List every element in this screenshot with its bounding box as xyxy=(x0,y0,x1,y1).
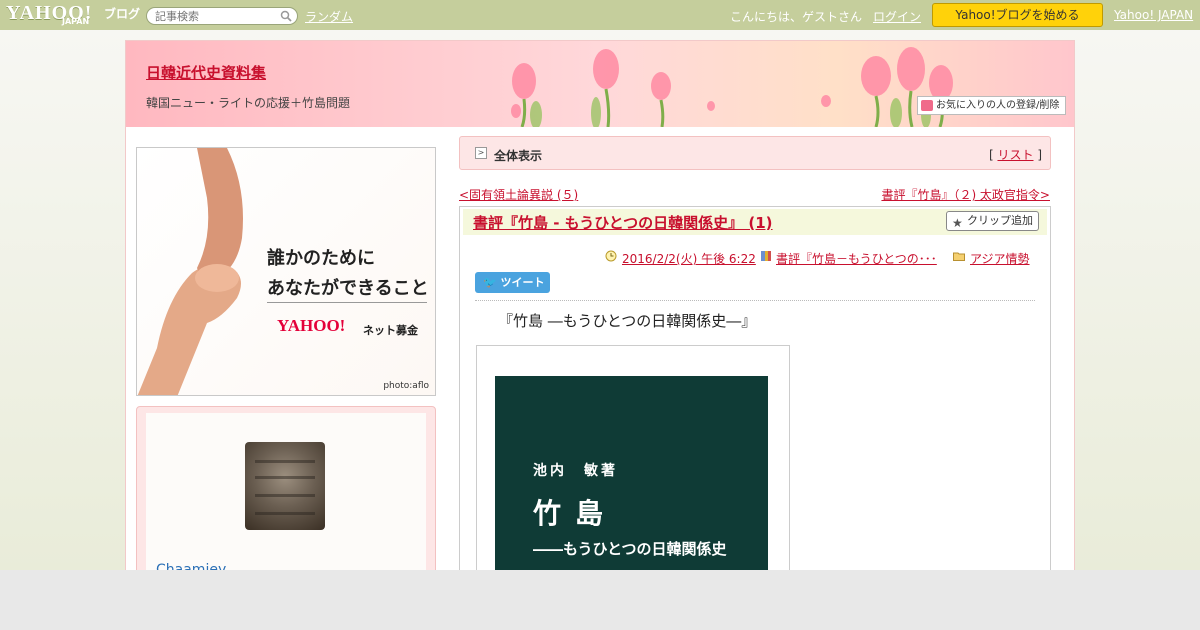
twitter-bird-icon: 🐦 xyxy=(483,276,497,289)
article-date-link[interactable]: 2016/2/2(火) 午後 6:22 xyxy=(622,250,756,267)
cover-subtitle: ――もうひとつの日韓関係史 xyxy=(533,540,727,558)
blog-header: 日韓近代史資料集 韓国ニュー・ライトの応援＋竹島問題 お気に入りの人の登録/削除 xyxy=(126,41,1074,127)
folder-icon xyxy=(953,252,965,261)
next-article-link[interactable]: 書評『竹島』（２) 太政官指令> xyxy=(881,186,1050,203)
heart-icon xyxy=(921,100,933,111)
blog-subtitle: 韓国ニュー・ライトの応援＋竹島問題 xyxy=(146,96,351,110)
ad-photo-credit: photo:aflo xyxy=(383,381,429,391)
start-blog-button[interactable]: Yahoo!ブログを始める xyxy=(932,3,1103,27)
yahoo-blog-logo[interactable]: YAHOO! JAPAN ブログ xyxy=(6,2,142,28)
yahoo-japan-link[interactable]: Yahoo! JAPAN xyxy=(1114,8,1193,22)
charity-ad-banner[interactable]: 誰かのために あなたができること YAHOO! ネット募金 photo:aflo xyxy=(136,147,436,396)
category-link[interactable]: アジア情勢 xyxy=(970,250,1030,267)
article-title-link[interactable]: 書評『竹島 - もうひとつの日韓関係史』 (1) xyxy=(473,212,773,233)
holding-hands-image xyxy=(137,148,243,395)
cover-author: 池内 敏著 xyxy=(533,463,618,479)
clock-icon xyxy=(605,250,617,262)
book-category-link[interactable]: 書評『竹島－もうひとつの･･･ xyxy=(776,250,937,267)
ad-headline-1: 誰かのために xyxy=(267,248,375,269)
avatar[interactable] xyxy=(245,442,325,530)
profile-box: Chaamiey xyxy=(136,406,436,578)
list-link[interactable]: リスト xyxy=(997,148,1033,162)
logo-japan-text: JAPAN xyxy=(62,17,90,26)
book-cover-image[interactable]: 池内 敏著 竹島 ――もうひとつの日韓関係史 xyxy=(476,345,790,586)
article-box: 書評『竹島 - もうひとつの日韓関係史』 (1) ★ クリップ追加 2016/2… xyxy=(459,206,1051,586)
ad-headline-2: あなたができること xyxy=(267,278,429,299)
blog-container: 日韓近代史資料集 韓国ニュー・ライトの応援＋竹島問題 お気に入りの人の登録/削除… xyxy=(125,40,1075,586)
ad-yahoo-logo: YAHOO! xyxy=(277,316,346,335)
list-link-wrapper: [ リスト ] xyxy=(988,148,1042,162)
search-input[interactable] xyxy=(155,9,275,23)
article-header: 書評『竹島 - もうひとつの日韓関係史』 (1) ★ クリップ追加 xyxy=(463,209,1047,235)
favorite-button-label: お気に入りの人の登録/削除 xyxy=(936,100,1060,111)
book-icon xyxy=(761,251,771,261)
greeting-text: こんにちは、ゲストさん xyxy=(730,10,863,24)
search-box[interactable] xyxy=(146,7,298,25)
clip-button-label: クリップ追加 xyxy=(967,214,1033,227)
star-icon: ★ xyxy=(952,216,963,230)
login-link[interactable]: ログイン xyxy=(873,8,921,25)
top-bar: YAHOO! JAPAN ブログ ランダム こんにちは、ゲストさん ログイン Y… xyxy=(0,0,1200,30)
arrow-right-icon: > xyxy=(475,147,487,159)
favorite-register-button[interactable]: お気に入りの人の登録/削除 xyxy=(917,96,1066,115)
book-cover: 池内 敏著 竹島 ――もうひとつの日韓関係史 xyxy=(495,376,768,586)
tweet-button[interactable]: 🐦 ツイート xyxy=(475,272,550,293)
search-icon[interactable] xyxy=(280,10,292,22)
logo-blog-text: ブログ xyxy=(104,7,141,21)
prev-article-link[interactable]: <固有領土論異説 (５) xyxy=(459,186,578,203)
random-link[interactable]: ランダム xyxy=(305,8,353,25)
profile-inner: Chaamiey xyxy=(146,413,426,578)
bottom-gray-area xyxy=(0,570,1200,630)
ad-logo-subtitle: ネット募金 xyxy=(363,324,418,337)
cover-title: 竹島 xyxy=(533,497,618,530)
clip-add-button[interactable]: ★ クリップ追加 xyxy=(946,211,1039,231)
all-view-bar: > 全体表示 [ リスト ] xyxy=(459,136,1051,170)
ad-divider xyxy=(267,302,427,303)
blog-title-link[interactable]: 日韓近代史資料集 xyxy=(146,62,266,83)
dotted-divider xyxy=(475,300,1035,301)
all-view-label[interactable]: 全体表示 xyxy=(494,147,542,164)
article-body-title: 『竹島 ―もうひとつの日韓関係史―』 xyxy=(498,312,757,330)
tweet-label: ツイート xyxy=(500,276,545,289)
